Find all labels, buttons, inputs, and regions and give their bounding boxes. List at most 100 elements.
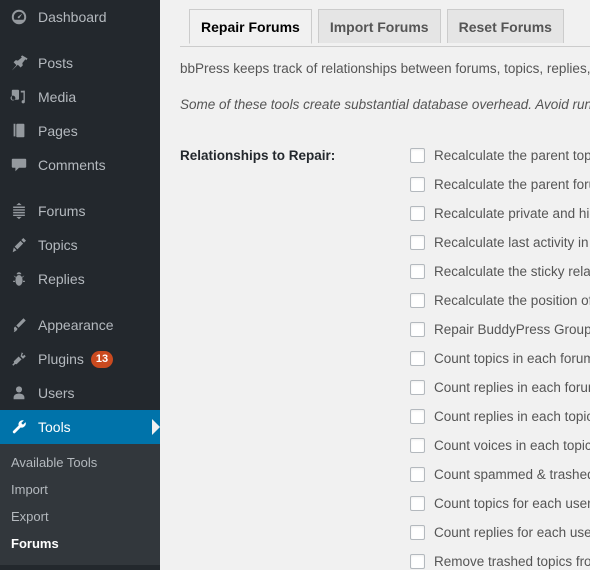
- checkbox-icon[interactable]: [410, 467, 425, 482]
- sidebar-item-topics[interactable]: Topics: [0, 228, 160, 262]
- tab-reset-forums[interactable]: Reset Forums: [446, 9, 564, 43]
- checkbox-icon[interactable]: [410, 293, 425, 308]
- topics-icon: [9, 235, 29, 255]
- plugin-icon: [9, 349, 29, 369]
- forums-icon: [9, 201, 29, 221]
- sidebar-item-tools[interactable]: Tools: [0, 410, 160, 444]
- sidebar-item-label: Posts: [38, 55, 74, 71]
- checkbox-icon[interactable]: [410, 380, 425, 395]
- comment-icon: [9, 155, 29, 175]
- sidebar-item-posts[interactable]: Posts: [0, 46, 160, 80]
- repair-option-label: Recalculate private and hidden forums: [434, 205, 590, 221]
- tab-repair-forums[interactable]: Repair Forums: [189, 9, 312, 44]
- repair-option-label: Repair BuddyPress Group Forum relationsh…: [434, 321, 590, 337]
- repair-option[interactable]: Recalculate the parent topic for each po…: [410, 141, 590, 170]
- repair-option-label: Recalculate the position of each reply: [434, 292, 590, 308]
- tools-submenu: Available Tools Import Export Forums: [0, 444, 160, 565]
- sidebar-item-label: Tools: [38, 419, 71, 435]
- warning-note: Some of these tools create substantial d…: [180, 97, 590, 112]
- sidebar-item-label: Users: [38, 385, 75, 401]
- checkbox-icon[interactable]: [410, 235, 425, 250]
- user-icon: [9, 383, 29, 403]
- repair-checkbox-list: Recalculate the parent topic for each po…: [400, 138, 590, 570]
- repair-option[interactable]: Count topics in each forum: [410, 344, 590, 373]
- repair-option-label: Remove trashed topics from user favorite…: [434, 553, 590, 569]
- submenu-item-export[interactable]: Export: [0, 503, 160, 530]
- repair-form-row: Relationships to Repair: Recalculate the…: [180, 138, 590, 570]
- admin-screen: Dashboard Posts Media Pages Comments Forums To…: [0, 0, 590, 570]
- repair-option[interactable]: Count voices in each topic: [410, 431, 590, 460]
- main-content: Repair Forums Import Forums Reset Forums b…: [160, 0, 590, 570]
- repair-option-label: Recalculate the sticky relationship of e…: [434, 263, 590, 279]
- repair-option[interactable]: Recalculate the parent forum for each po…: [410, 170, 590, 199]
- sidebar-item-media[interactable]: Media: [0, 80, 160, 114]
- submenu-item-available-tools[interactable]: Available Tools: [0, 449, 160, 476]
- repair-option-label: Recalculate the parent forum for each po…: [434, 176, 590, 192]
- checkbox-icon[interactable]: [410, 322, 425, 337]
- content-inner: Repair Forums Import Forums Reset Forums b…: [160, 9, 590, 570]
- repair-option[interactable]: Count replies in each forum: [410, 373, 590, 402]
- brush-icon: [9, 315, 29, 335]
- sidebar-item-forums[interactable]: Forums: [0, 194, 160, 228]
- repair-option-label: Count replies for each user: [434, 524, 590, 540]
- checkbox-icon[interactable]: [410, 438, 425, 453]
- repair-option[interactable]: Remove trashed topics from user favorite…: [410, 547, 590, 570]
- repair-option[interactable]: Repair BuddyPress Group Forum relationsh…: [410, 315, 590, 344]
- sidebar-item-label: Dashboard: [38, 9, 107, 25]
- sidebar-item-label: Media: [38, 89, 77, 105]
- checkbox-icon[interactable]: [410, 351, 425, 366]
- sidebar-item-comments[interactable]: Comments: [0, 148, 160, 182]
- repair-option-label: Count replies in each forum: [434, 379, 590, 395]
- replies-icon: [9, 269, 29, 289]
- repair-option-label: Count spammed & trashed replies in each …: [434, 466, 590, 482]
- repair-option-label: Recalculate last activity in each topic …: [434, 234, 590, 250]
- checkbox-icon[interactable]: [410, 409, 425, 424]
- sidebar-item-users[interactable]: Users: [0, 376, 160, 410]
- sidebar-item-label: Topics: [38, 237, 78, 253]
- menu-separator: [0, 182, 160, 194]
- repair-option[interactable]: Recalculate the position of each reply: [410, 286, 590, 315]
- submenu-item-forums[interactable]: Forums: [0, 530, 160, 557]
- repair-option[interactable]: Count replies in each topic: [410, 402, 590, 431]
- checkbox-icon[interactable]: [410, 177, 425, 192]
- sidebar-item-label: Appearance: [38, 317, 114, 333]
- tab-bar: Repair Forums Import Forums Reset Forums: [180, 9, 590, 47]
- repair-option-label: Count voices in each topic: [434, 437, 590, 453]
- checkbox-icon[interactable]: [410, 554, 425, 569]
- checkbox-icon[interactable]: [410, 264, 425, 279]
- submenu-item-import[interactable]: Import: [0, 476, 160, 503]
- update-count-badge: 13: [90, 350, 114, 368]
- repair-option[interactable]: Count topics for each user: [410, 489, 590, 518]
- repair-forums-panel: bbPress keeps track of relationships bet…: [180, 47, 590, 570]
- intro-paragraph: bbPress keeps track of relationships bet…: [180, 61, 590, 76]
- menu-separator: [0, 296, 160, 308]
- sidebar-item-label: Comments: [38, 157, 106, 173]
- relationships-label: Relationships to Repair:: [180, 148, 336, 163]
- repair-option[interactable]: Recalculate last activity in each topic …: [410, 228, 590, 257]
- checkbox-icon[interactable]: [410, 525, 425, 540]
- repair-option[interactable]: Recalculate the sticky relationship of e…: [410, 257, 590, 286]
- sidebar-item-plugins[interactable]: Plugins 13: [0, 342, 160, 376]
- checkbox-icon[interactable]: [410, 206, 425, 221]
- pages-icon: [9, 121, 29, 141]
- admin-menu: Dashboard Posts Media Pages Comments Forums To…: [0, 0, 160, 565]
- dashboard-icon: [9, 7, 29, 27]
- sidebar-item-replies[interactable]: Replies: [0, 262, 160, 296]
- sidebar-item-dashboard[interactable]: Dashboard: [0, 0, 160, 34]
- sidebar-item-label: Pages: [38, 123, 78, 139]
- tab-import-forums[interactable]: Import Forums: [317, 9, 441, 43]
- checkbox-icon[interactable]: [410, 496, 425, 511]
- admin-sidebar: Dashboard Posts Media Pages Comments Forums To…: [0, 0, 160, 570]
- repair-option-label: Recalculate the parent topic for each po…: [434, 147, 590, 163]
- sidebar-item-label: Forums: [38, 203, 86, 219]
- checkbox-icon[interactable]: [410, 148, 425, 163]
- sidebar-item-appearance[interactable]: Appearance: [0, 308, 160, 342]
- repair-option[interactable]: Count spammed & trashed replies in each …: [410, 460, 590, 489]
- repair-option[interactable]: Recalculate private and hidden forums: [410, 199, 590, 228]
- repair-option-label: Count topics for each user: [434, 495, 590, 511]
- repair-option-label: Count topics in each forum: [434, 350, 590, 366]
- pin-icon: [9, 53, 29, 73]
- repair-option[interactable]: Count replies for each user: [410, 518, 590, 547]
- sidebar-item-pages[interactable]: Pages: [0, 114, 160, 148]
- wrench-icon: [9, 417, 29, 437]
